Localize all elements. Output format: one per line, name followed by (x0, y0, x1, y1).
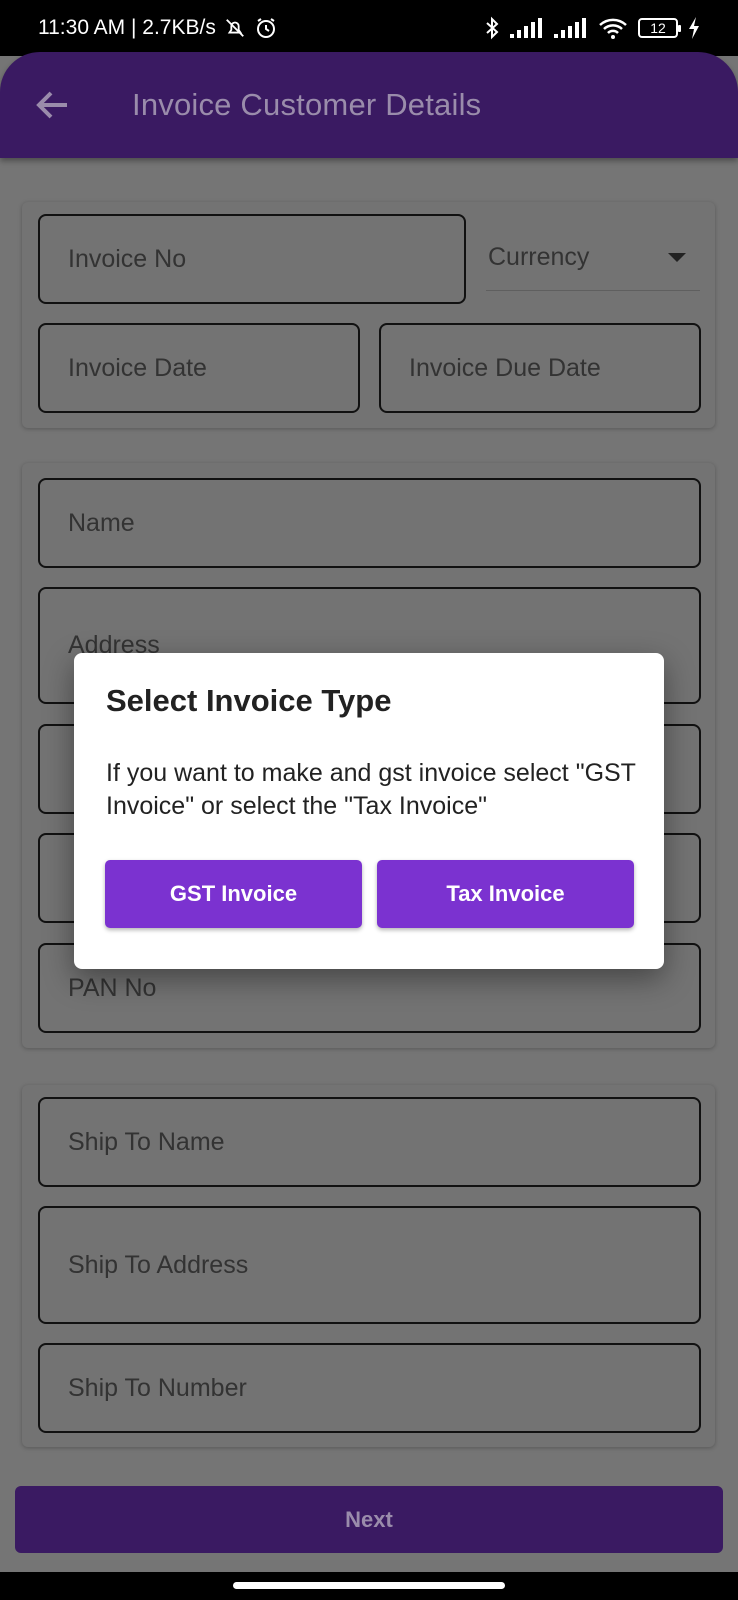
screen: 11:30 AM | 2.7KB/s 12 Invoice Customer D… (0, 0, 738, 1600)
dialog-title: Select Invoice Type (106, 683, 392, 718)
invoice-type-dialog: Select Invoice Type If you want to make … (74, 653, 664, 969)
status-right: 12 (484, 16, 700, 40)
tax-invoice-button[interactable]: Tax Invoice (377, 860, 634, 928)
status-left: 11:30 AM | 2.7KB/s (38, 16, 278, 40)
dialog-message: If you want to make and gst invoice sele… (106, 759, 636, 820)
chevron-down-icon (668, 252, 686, 262)
charging-icon (688, 17, 700, 39)
arrow-left-icon (36, 91, 67, 119)
ship-to-number-field[interactable]: Ship To Number (38, 1343, 701, 1433)
battery-level: 12 (650, 20, 666, 36)
signal-icon (554, 18, 588, 38)
shipping-card: Ship To Name Ship To Address Ship To Num… (22, 1085, 715, 1447)
app-bar: Invoice Customer Details (0, 52, 738, 158)
navigation-bar (0, 1572, 738, 1600)
invoice-card: Invoice No Currency Invoice Date Invoice… (22, 202, 715, 428)
status-time-speed: 11:30 AM | 2.7KB/s (38, 16, 216, 39)
back-button[interactable] (24, 77, 80, 133)
next-button[interactable]: Next (15, 1486, 723, 1553)
name-field[interactable]: Name (38, 478, 701, 568)
page-title: Invoice Customer Details (132, 87, 482, 122)
alarm-icon (254, 16, 278, 40)
invoice-due-date-field[interactable]: Invoice Due Date (379, 323, 701, 413)
battery-icon: 12 (638, 18, 681, 38)
home-indicator[interactable] (233, 1582, 505, 1589)
gst-invoice-button[interactable]: GST Invoice (105, 860, 362, 928)
wifi-icon (598, 17, 628, 39)
ship-to-name-field[interactable]: Ship To Name (38, 1097, 701, 1187)
status-bar: 11:30 AM | 2.7KB/s 12 (0, 0, 738, 56)
bell-off-icon (224, 17, 246, 39)
invoice-no-field[interactable]: Invoice No (38, 214, 466, 304)
bluetooth-icon (484, 16, 500, 40)
invoice-date-field[interactable]: Invoice Date (38, 323, 360, 413)
currency-dropdown[interactable]: Currency (486, 224, 700, 291)
ship-to-address-field[interactable]: Ship To Address (38, 1206, 701, 1324)
currency-label: Currency (488, 242, 590, 271)
signal-icon (510, 18, 544, 38)
